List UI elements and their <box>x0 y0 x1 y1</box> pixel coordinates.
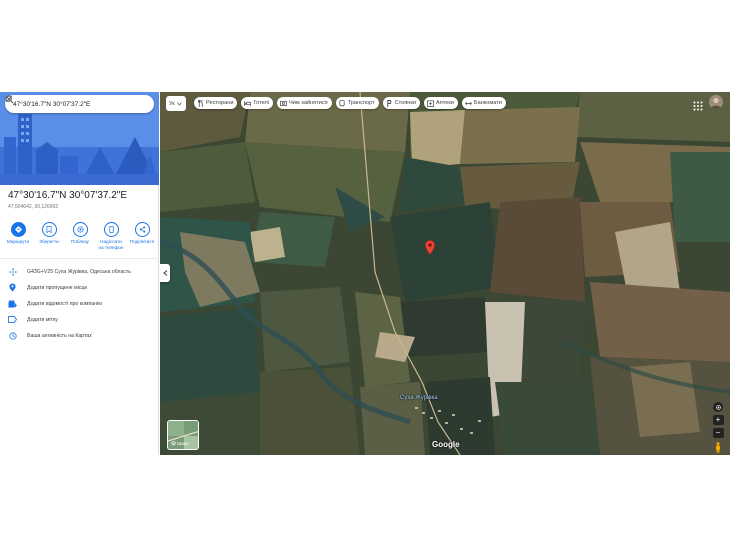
directions-icon <box>10 222 26 237</box>
place-coordinates: 47,504642, 30,126992 <box>8 204 59 210</box>
add-place-row[interactable]: Додати пропущене місце <box>8 282 87 293</box>
nearby-label: Поблизу <box>71 239 89 244</box>
close-icon[interactable] <box>5 95 141 111</box>
chip-restaurants-label: Ресторани <box>206 100 234 106</box>
label-icon <box>8 315 17 324</box>
chip-transit[interactable]: Транспорт <box>335 97 379 109</box>
search-icon[interactable] <box>5 95 127 111</box>
chip-transit-label: Транспорт <box>347 100 375 106</box>
chip-pharmacies-label: Аптеки <box>435 100 454 106</box>
chip-restaurants[interactable]: Ресторани <box>194 97 238 109</box>
search-input[interactable] <box>13 100 113 108</box>
place-title: 47°30'16.7"N 30°07'37.2"E <box>8 190 128 201</box>
layers-label: Шари <box>177 441 189 446</box>
send-to-phone-button[interactable]: Надіслати на телефон <box>97 222 125 250</box>
bookmark-icon <box>41 222 57 237</box>
chip-parking-label: Стоянки <box>394 100 416 106</box>
directions-button[interactable]: Маршрути <box>4 222 32 250</box>
chip-parking[interactable]: Стоянки <box>382 97 420 109</box>
my-location-button[interactable] <box>713 402 723 412</box>
satellite-imagery <box>160 92 730 455</box>
zoom-out-button[interactable]: − <box>712 428 724 438</box>
chip-hotels-label: Готелі <box>253 100 270 106</box>
add-business-row[interactable]: Додати відомості про компанію <box>8 298 102 309</box>
add-place-text: Додати пропущене місце <box>27 284 88 291</box>
zoom-in-button[interactable]: + <box>712 415 724 425</box>
nearby-button[interactable]: Поблизу <box>66 222 94 250</box>
directions-label: Маршрути <box>6 239 30 244</box>
google-logo: Google <box>432 440 460 449</box>
chip-atms-label: Банкомати <box>473 100 502 106</box>
pharmacy-icon <box>427 100 434 107</box>
pluscode-icon <box>8 267 17 276</box>
add-label-row[interactable]: Додати мітку <box>8 314 58 325</box>
place-panel: 47°30'16.7"N 30°07'37.2"E 47,504642, 30,… <box>0 92 159 455</box>
share-label: Поділитися <box>129 239 155 244</box>
send-to-phone-label: Надіслати на телефон <box>98 239 124 250</box>
section-divider <box>0 258 159 259</box>
action-buttons: Маршрути Зберегти Поблизу Надіслати на т… <box>4 222 156 250</box>
maps-window: 47°30'16.7"N 30°07'37.2"E 47,504642, 30,… <box>0 92 730 455</box>
activity-row[interactable]: Ваша активність на Картах <box>8 330 92 341</box>
add-business-text: Додати відомості про компанію <box>27 300 103 307</box>
chip-things-to-do-label: Чим зайнятися <box>289 100 328 106</box>
location-pin-icon[interactable] <box>425 240 435 255</box>
camera-icon <box>280 100 287 107</box>
map-controls: + − <box>712 402 724 453</box>
chip-hotels[interactable]: Готелі <box>241 97 274 109</box>
chevron-left-icon <box>162 270 167 276</box>
layers-button[interactable]: Шари <box>167 420 199 450</box>
add-label-text: Додати мітку <box>27 316 58 323</box>
parking-icon <box>386 99 393 107</box>
satellite-map[interactable]: Ук Ресторани Готелі Чим зайнятися Трансп… <box>160 92 730 455</box>
chevron-down-icon <box>176 101 182 106</box>
language-label: Ук <box>169 100 175 107</box>
nearby-icon <box>72 222 88 237</box>
restaurant-icon <box>197 99 204 107</box>
history-icon <box>8 331 17 340</box>
business-icon <box>8 299 17 308</box>
place-hero-image <box>0 92 159 185</box>
collapse-panel-button[interactable] <box>160 264 170 282</box>
transit-icon <box>339 99 346 107</box>
apps-grid-icon[interactable] <box>693 98 703 111</box>
search-box[interactable] <box>5 95 154 113</box>
plus-code-text: G43G+V25 Суха Журівка, Одеська область <box>27 268 132 275</box>
avatar[interactable] <box>709 95 723 109</box>
activity-text: Ваша активність на Картах <box>27 332 92 339</box>
category-chips: Ресторани Готелі Чим зайнятися Транспорт… <box>194 97 506 109</box>
chip-things-to-do[interactable]: Чим зайнятися <box>277 97 332 109</box>
share-button[interactable]: Поділитися <box>128 222 156 250</box>
pegman-icon[interactable] <box>713 441 724 453</box>
save-button[interactable]: Зберегти <box>35 222 63 250</box>
village-label[interactable]: Суха Журівка <box>400 395 438 401</box>
hotel-icon <box>244 100 252 107</box>
phone-icon <box>103 222 119 237</box>
plus-code-row[interactable]: G43G+V25 Суха Журівка, Одеська область <box>8 266 131 277</box>
add-place-icon <box>8 283 17 292</box>
language-selector[interactable]: Ук <box>166 96 186 111</box>
save-label: Зберегти <box>39 239 59 244</box>
my-location-icon <box>715 404 721 410</box>
chip-atms[interactable]: Банкомати <box>461 97 506 109</box>
share-icon <box>134 222 150 237</box>
layers-label-wrap: Шари <box>171 441 189 446</box>
chip-pharmacies[interactable]: Аптеки <box>423 97 458 109</box>
atm-icon <box>465 100 472 107</box>
layers-icon <box>171 441 176 446</box>
